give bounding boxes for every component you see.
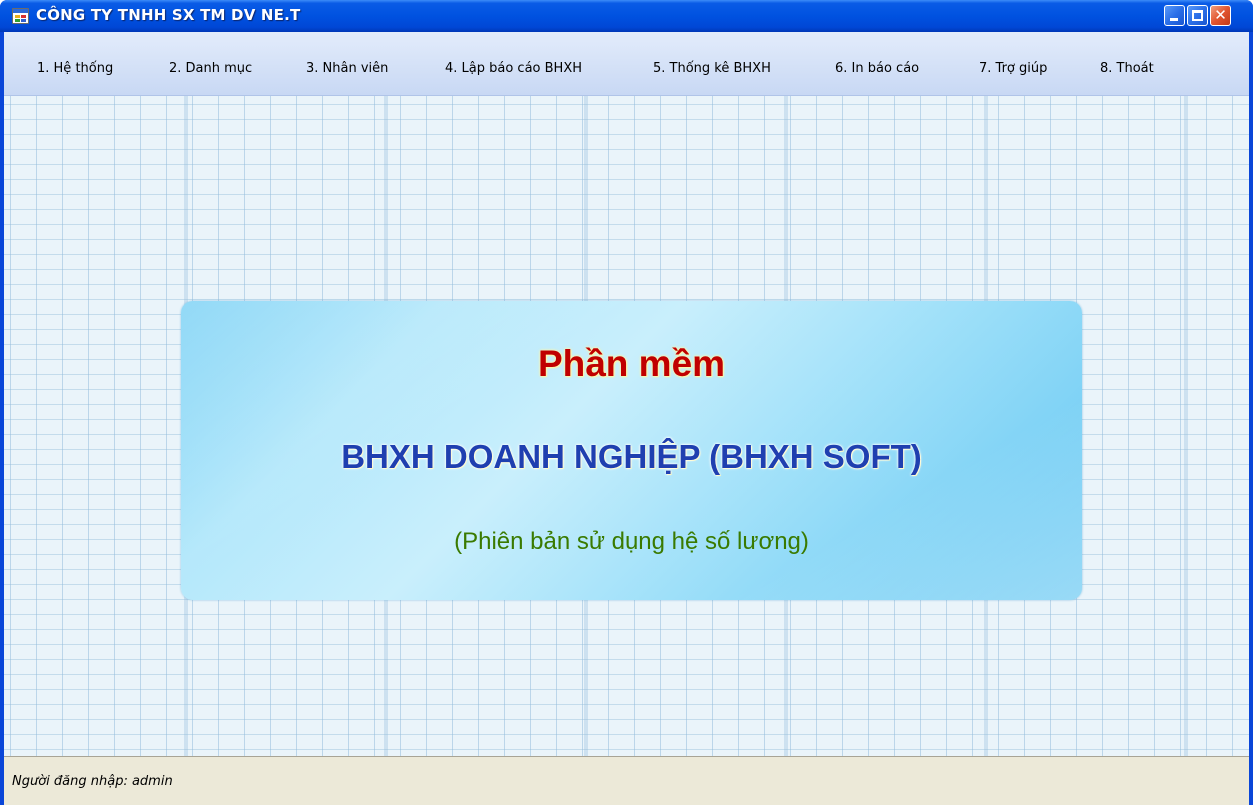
menu-item-he-thong[interactable]: 1. Hệ thống xyxy=(37,61,113,76)
maximize-icon xyxy=(1192,10,1203,21)
status-bar: Người đăng nhập: admin xyxy=(4,756,1249,805)
client-area: 1. Hệ thống 2. Danh mục 3. Nhân viên 4. … xyxy=(4,32,1249,805)
app-window-icon[interactable] xyxy=(12,8,29,24)
window-title: CÔNG TY TNHH SX TM DV NE.T xyxy=(36,6,301,24)
close-button[interactable]: ✕ xyxy=(1210,5,1231,26)
mdi-workspace: Phần mềm BHXH DOANH NGHIỆP (BHXH SOFT) (… xyxy=(4,96,1249,756)
banner-product-name: BHXH DOANH NGHIỆP (BHXH SOFT) xyxy=(341,438,922,475)
close-icon: ✕ xyxy=(1214,6,1227,24)
menu-item-tro-giup[interactable]: 7. Trợ giúp xyxy=(979,61,1047,76)
menu-item-lap-bao-cao[interactable]: 4. Lập báo cáo BHXH xyxy=(445,61,582,76)
minimize-icon xyxy=(1170,18,1178,21)
logged-in-user-label: Người đăng nhập: admin xyxy=(12,774,173,789)
title-bar[interactable]: CÔNG TY TNHH SX TM DV NE.T ✕ xyxy=(0,0,1253,32)
banner-title: Phần mềm xyxy=(537,343,726,384)
minimize-button[interactable] xyxy=(1164,5,1185,26)
banner-subtitle: (Phiên bản sử dụng hệ số lương) xyxy=(454,528,809,555)
maximize-button[interactable] xyxy=(1187,5,1208,26)
splash-banner: Phần mềm BHXH DOANH NGHIỆP (BHXH SOFT) (… xyxy=(181,301,1082,600)
menu-item-nhan-vien[interactable]: 3. Nhân viên xyxy=(306,61,388,76)
menu-bar: 1. Hệ thống 2. Danh mục 3. Nhân viên 4. … xyxy=(4,32,1249,96)
menu-item-thong-ke[interactable]: 5. Thống kê BHXH xyxy=(653,61,771,76)
menu-item-thoat[interactable]: 8. Thoát xyxy=(1100,61,1154,76)
menu-item-danh-muc[interactable]: 2. Danh mục xyxy=(169,61,252,76)
app-window: CÔNG TY TNHH SX TM DV NE.T ✕ 1. Hệ thống… xyxy=(0,0,1253,805)
menu-item-in-bao-cao[interactable]: 6. In báo cáo xyxy=(835,61,919,76)
